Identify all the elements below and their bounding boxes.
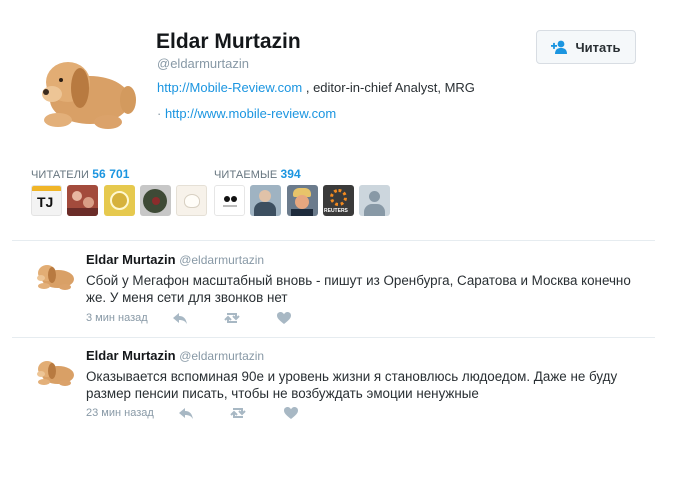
retweet-icon[interactable] [230,406,246,420]
tweet-text: Оказывается вспоминая 90е и уровень жизн… [86,368,646,402]
tweet-author-name: Eldar Murtazin [86,252,176,267]
followers-label: ЧИТАТЕЛИ [31,169,90,181]
profile-avatar[interactable] [28,38,148,138]
followers-number: 56 701 [92,167,130,181]
tweet-author-handle: @eldarmurtazin [179,349,265,363]
follower-avatar[interactable]: TJ [31,185,62,216]
follower-avatar[interactable] [67,185,98,216]
site-prefix: · [157,106,165,121]
divider [12,337,655,338]
tweet-avatar[interactable] [32,258,76,292]
tweet-text-line: Оказывается вспоминая 90е и уровень жизн… [86,369,618,384]
tweet-text-line: же. У меня сети для звонков нет [86,290,288,305]
tweet-author-handle: @eldarmurtazin [179,253,265,267]
follower-avatar[interactable] [176,185,207,216]
tweet-text-line: размер пенсии писать, чтобы не возбуждат… [86,386,479,401]
following-number: 394 [280,167,301,181]
following-avatar[interactable] [214,185,245,216]
tweet-avatar[interactable] [32,354,76,388]
following-label: ЧИТАЕМЫЕ [214,169,278,181]
like-icon[interactable] [276,311,292,325]
reply-icon[interactable] [172,311,188,325]
website-link[interactable]: http://www.mobile-review.com [165,106,336,121]
tweet-text-line: Сбой у Мегафон масштабный вновь - пишут … [86,273,631,288]
followers-count[interactable]: ЧИТАТЕЛИ 56 701 [31,167,130,181]
follow-button[interactable]: Читать [536,30,636,64]
reply-icon[interactable] [178,406,194,420]
profile-handle: @eldarmurtazin [157,56,249,71]
bio-text: , editor-in-chief Analyst, MRG [302,80,475,95]
tweet-text: Сбой у Мегафон масштабный вновь - пишут … [86,272,646,306]
tweet-timestamp[interactable]: 23 мин назад [86,407,154,419]
following-avatar[interactable] [359,185,390,216]
follow-button-label: Читать [575,39,621,55]
tweet-author[interactable]: Eldar Murtazin @eldarmurtazin [86,252,264,267]
following-avatar[interactable] [250,185,281,216]
tweet-timestamp[interactable]: 3 мин назад [86,312,148,324]
profile-website: · http://www.mobile-review.com [157,106,336,121]
profile-name[interactable]: Eldar Murtazin [156,30,301,54]
following-avatar[interactable]: REUTERS [323,185,354,216]
following-avatar-label: REUTERS [324,208,348,214]
retweet-icon[interactable] [224,311,240,325]
profile-bio: http://Mobile-Review.com , editor-in-chi… [157,80,475,95]
tweet-author[interactable]: Eldar Murtazin @eldarmurtazin [86,348,264,363]
divider [12,240,655,241]
like-icon[interactable] [283,406,299,420]
follower-avatar[interactable] [140,185,171,216]
following-count[interactable]: ЧИТАЕМЫЕ 394 [214,167,301,181]
following-avatar[interactable] [287,185,318,216]
bio-link[interactable]: http://Mobile-Review.com [157,80,302,95]
add-user-icon [551,40,568,54]
tweet-author-name: Eldar Murtazin [86,348,176,363]
follower-avatar-label: TJ [37,194,54,210]
follower-avatar[interactable] [104,185,135,216]
